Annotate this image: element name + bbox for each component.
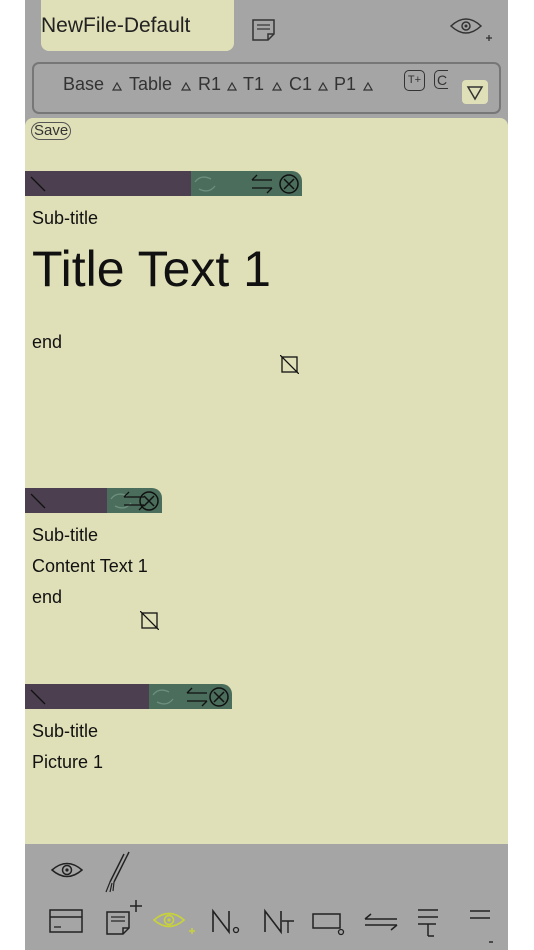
tab-base[interactable]: Base <box>63 74 104 95</box>
number-nt-icon[interactable] <box>262 908 296 936</box>
section-content: Content Text 1 <box>32 556 148 576</box>
card-icon[interactable] <box>49 908 83 934</box>
document-icon[interactable] <box>252 19 276 46</box>
swap-icon[interactable] <box>248 172 276 196</box>
view-add-icon[interactable] <box>449 14 496 47</box>
refresh-icon[interactable] <box>191 173 219 195</box>
section-title: Title Text 1 <box>32 241 271 297</box>
dropdown-button[interactable] <box>462 80 488 104</box>
add-table-button[interactable]: T+ <box>404 70 425 91</box>
close-icon[interactable] <box>278 173 300 195</box>
section-subtitle: Sub-title <box>32 721 99 741</box>
tab-c1[interactable]: C1 <box>289 74 312 95</box>
resize-icon[interactable] <box>140 611 159 630</box>
section-toolbar <box>25 684 232 709</box>
triangle-down-icon <box>466 86 484 101</box>
section-end: end <box>32 332 63 352</box>
section-end: end <box>32 587 63 607</box>
paragraph-format-icon[interactable] <box>416 906 440 938</box>
tab-r1[interactable]: R1 <box>198 74 221 95</box>
triangle-icon[interactable] <box>318 82 328 91</box>
close-icon[interactable] <box>138 490 160 512</box>
menu-icon[interactable] <box>467 908 493 948</box>
close-icon[interactable] <box>208 686 230 708</box>
number-n-icon[interactable] <box>210 908 242 936</box>
section-subtitle: Sub-title <box>32 208 99 228</box>
section-content: Picture 1 <box>32 752 104 772</box>
triangle-icon[interactable] <box>181 82 191 91</box>
triangle-icon[interactable] <box>272 82 282 91</box>
section-subtitle: Sub-title <box>32 525 99 545</box>
save-button[interactable]: Save <box>31 122 72 140</box>
refresh-icon[interactable] <box>149 686 177 708</box>
swap-icon[interactable] <box>183 685 211 709</box>
pencil-icon[interactable] <box>29 491 49 511</box>
sheet-tab-bar: Base Table R1 T1 C1 P1 <box>32 62 501 114</box>
eye-add-icon[interactable] <box>153 908 199 936</box>
triangle-icon[interactable] <box>363 82 373 91</box>
brush-icon[interactable] <box>102 850 132 894</box>
tab-p1[interactable]: P1 <box>334 74 356 95</box>
pencil-icon[interactable] <box>29 174 49 194</box>
tab-t1[interactable]: T1 <box>243 74 264 95</box>
tab-table[interactable]: Table <box>129 74 172 95</box>
file-name-tab[interactable]: NewFile-Default <box>41 0 234 51</box>
pencil-icon[interactable] <box>29 687 49 707</box>
swap-lines-icon[interactable] <box>363 910 399 934</box>
add-note-icon[interactable] <box>105 898 145 938</box>
drag-handle[interactable] <box>25 171 191 196</box>
eye-icon[interactable] <box>50 858 84 882</box>
add-column-button[interactable]: C <box>434 70 448 89</box>
triangle-icon[interactable] <box>227 82 237 91</box>
rectangle-icon[interactable] <box>312 910 346 936</box>
section-toolbar <box>25 171 302 196</box>
section-toolbar <box>25 488 162 513</box>
triangle-icon[interactable] <box>112 82 122 91</box>
resize-icon[interactable] <box>280 355 299 374</box>
